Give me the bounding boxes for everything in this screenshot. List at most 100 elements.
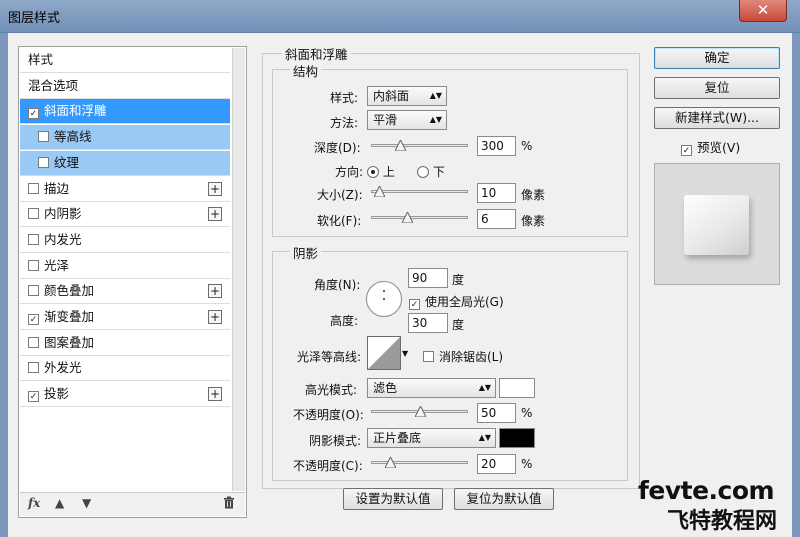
style-item-checkbox[interactable]: ✓ bbox=[28, 391, 39, 403]
shadow-color-swatch[interactable] bbox=[499, 428, 535, 448]
soften-input[interactable]: 6 bbox=[477, 209, 516, 229]
highlight-color-swatch[interactable] bbox=[499, 378, 535, 398]
style-item-checkbox[interactable] bbox=[38, 131, 49, 143]
soften-slider[interactable] bbox=[371, 211, 468, 225]
arrow-up-icon[interactable]: ▲ bbox=[55, 496, 64, 510]
angle-dial-center bbox=[383, 298, 385, 300]
gloss-contour-label: 光泽等高线: bbox=[297, 350, 362, 364]
style-item-checkbox[interactable]: ✓ bbox=[28, 108, 39, 120]
slider-track bbox=[371, 190, 468, 193]
new-style-button[interactable]: 新建样式(W)... bbox=[654, 107, 780, 129]
angle-dial[interactable] bbox=[366, 281, 402, 317]
anti-alias-checkbox[interactable] bbox=[423, 351, 434, 362]
style-item-checkbox[interactable] bbox=[28, 362, 39, 374]
style-list-item[interactable]: ✓ 投影 + bbox=[20, 382, 230, 408]
style-item-checkbox[interactable]: ✓ bbox=[28, 314, 39, 325]
style-item-checkbox[interactable] bbox=[28, 259, 39, 271]
style-list-item[interactable]: 混合选项 bbox=[20, 74, 230, 99]
shadow-opacity-label: 不透明度(C): bbox=[293, 459, 363, 473]
anti-alias-option[interactable]: 消除锯齿(L) bbox=[423, 348, 503, 365]
style-item-checkbox[interactable] bbox=[28, 208, 39, 220]
soften-label: 软化(F): bbox=[317, 214, 362, 228]
add-effect-icon[interactable]: + bbox=[208, 310, 222, 324]
direction-down-option[interactable]: 下 bbox=[417, 163, 445, 180]
style-list-item[interactable]: 图案叠加 bbox=[20, 331, 230, 356]
depth-input[interactable]: 300 bbox=[477, 136, 516, 156]
soften-unit: 像素 bbox=[521, 214, 546, 228]
style-item-checkbox[interactable] bbox=[38, 156, 49, 168]
angle-input[interactable]: 90 bbox=[408, 268, 448, 288]
global-light-option[interactable]: ✓ 使用全局光(G) bbox=[409, 293, 504, 310]
reset-button[interactable]: 复位 bbox=[654, 77, 780, 99]
fx-icon[interactable]: fx bbox=[28, 496, 40, 510]
direction-label: 方向: bbox=[335, 165, 364, 179]
style-list-item[interactable]: 光泽 bbox=[20, 254, 230, 279]
style-list-item[interactable]: 颜色叠加 + bbox=[20, 279, 230, 305]
style-list-item[interactable]: 样式 bbox=[20, 48, 230, 73]
global-light-checkbox[interactable]: ✓ bbox=[409, 299, 420, 310]
style-item-checkbox[interactable] bbox=[28, 285, 39, 297]
style-list-item[interactable]: 内发光 bbox=[20, 228, 230, 253]
slider-thumb[interactable] bbox=[414, 406, 426, 417]
slider-thumb[interactable] bbox=[373, 186, 385, 197]
size-slider[interactable] bbox=[371, 185, 468, 199]
depth-slider[interactable] bbox=[371, 139, 468, 153]
close-button[interactable]: ✕ bbox=[739, 0, 787, 22]
add-effect-icon[interactable]: + bbox=[208, 207, 222, 222]
highlight-opacity-slider[interactable] bbox=[371, 405, 468, 419]
style-item-checkbox[interactable] bbox=[28, 233, 39, 245]
style-item-label: 光泽 bbox=[44, 257, 70, 273]
style-list-item[interactable]: ✓ 斜面和浮雕 bbox=[20, 99, 230, 125]
style-item-checkbox[interactable] bbox=[28, 336, 39, 348]
ok-button[interactable]: 确定 bbox=[654, 47, 780, 69]
shadow-opacity-input[interactable]: 20 bbox=[477, 454, 516, 474]
preview-text: 预览(V) bbox=[697, 140, 741, 155]
style-list-item[interactable]: 外发光 bbox=[20, 356, 230, 382]
style-dropdown[interactable]: 内斜面 ▲▼ bbox=[367, 86, 447, 106]
trash-icon[interactable] bbox=[223, 496, 235, 512]
style-list-item[interactable]: 内阴影 + bbox=[20, 202, 230, 228]
contour-dropdown-arrow-icon[interactable]: ▼ bbox=[402, 349, 408, 358]
size-label: 大小(Z): bbox=[317, 188, 363, 202]
highlight-opacity-input[interactable]: 50 bbox=[477, 403, 516, 423]
style-list-item[interactable]: 等高线 bbox=[20, 125, 230, 151]
gloss-contour-picker[interactable] bbox=[367, 336, 401, 370]
highlight-mode-dropdown[interactable]: 滤色 ▲▼ bbox=[367, 378, 496, 398]
shadow-mode-value: 正片叠底 bbox=[373, 431, 422, 445]
slider-track bbox=[371, 216, 468, 219]
add-effect-icon[interactable]: + bbox=[208, 284, 222, 299]
size-input[interactable]: 10 bbox=[477, 183, 516, 203]
style-list-item[interactable]: ✓ 渐变叠加 + bbox=[20, 305, 230, 330]
direction-down-radio[interactable] bbox=[417, 166, 429, 178]
style-list-item[interactable]: 描边 + bbox=[20, 177, 230, 202]
slider-thumb[interactable] bbox=[395, 140, 407, 151]
preview-checkbox[interactable]: ✓ bbox=[681, 145, 692, 156]
style-item-checkbox[interactable] bbox=[28, 182, 39, 194]
shadow-mode-label: 阴影模式: bbox=[309, 434, 362, 448]
updown-arrow-icon: ▲▼ bbox=[429, 115, 442, 124]
technique-dropdown[interactable]: 平滑 ▲▼ bbox=[367, 110, 447, 130]
window-title: 图层样式 bbox=[8, 11, 61, 26]
style-list-item[interactable]: 纹理 bbox=[20, 150, 230, 176]
style-list-scrollbar[interactable] bbox=[232, 48, 245, 491]
altitude-label: 高度: bbox=[330, 314, 359, 328]
shadow-opacity-slider[interactable] bbox=[371, 456, 468, 470]
add-effect-icon[interactable]: + bbox=[208, 181, 222, 196]
preview-option[interactable]: ✓ 预览(V) bbox=[681, 137, 740, 156]
shadow-opacity-unit: % bbox=[521, 457, 533, 471]
shadow-mode-dropdown[interactable]: 正片叠底 ▲▼ bbox=[367, 428, 496, 448]
global-light-text: 使用全局光(G) bbox=[425, 295, 504, 309]
arrow-down-icon[interactable]: ▼ bbox=[82, 496, 91, 510]
set-default-button[interactable]: 设置为默认值 bbox=[343, 488, 443, 510]
reset-default-button[interactable]: 复位为默认值 bbox=[454, 488, 554, 510]
slider-thumb[interactable] bbox=[385, 457, 397, 468]
direction-up-option[interactable]: 上 bbox=[367, 163, 395, 180]
add-effect-icon[interactable]: + bbox=[208, 387, 222, 402]
shading-title: 阴影 bbox=[290, 243, 322, 262]
direction-up-radio[interactable] bbox=[367, 166, 379, 178]
altitude-input[interactable]: 30 bbox=[408, 313, 448, 333]
style-item-label: 斜面和浮雕 bbox=[44, 103, 107, 119]
slider-thumb[interactable] bbox=[401, 212, 413, 223]
direction-up-text: 上 bbox=[382, 165, 395, 179]
depth-unit: % bbox=[521, 139, 533, 153]
